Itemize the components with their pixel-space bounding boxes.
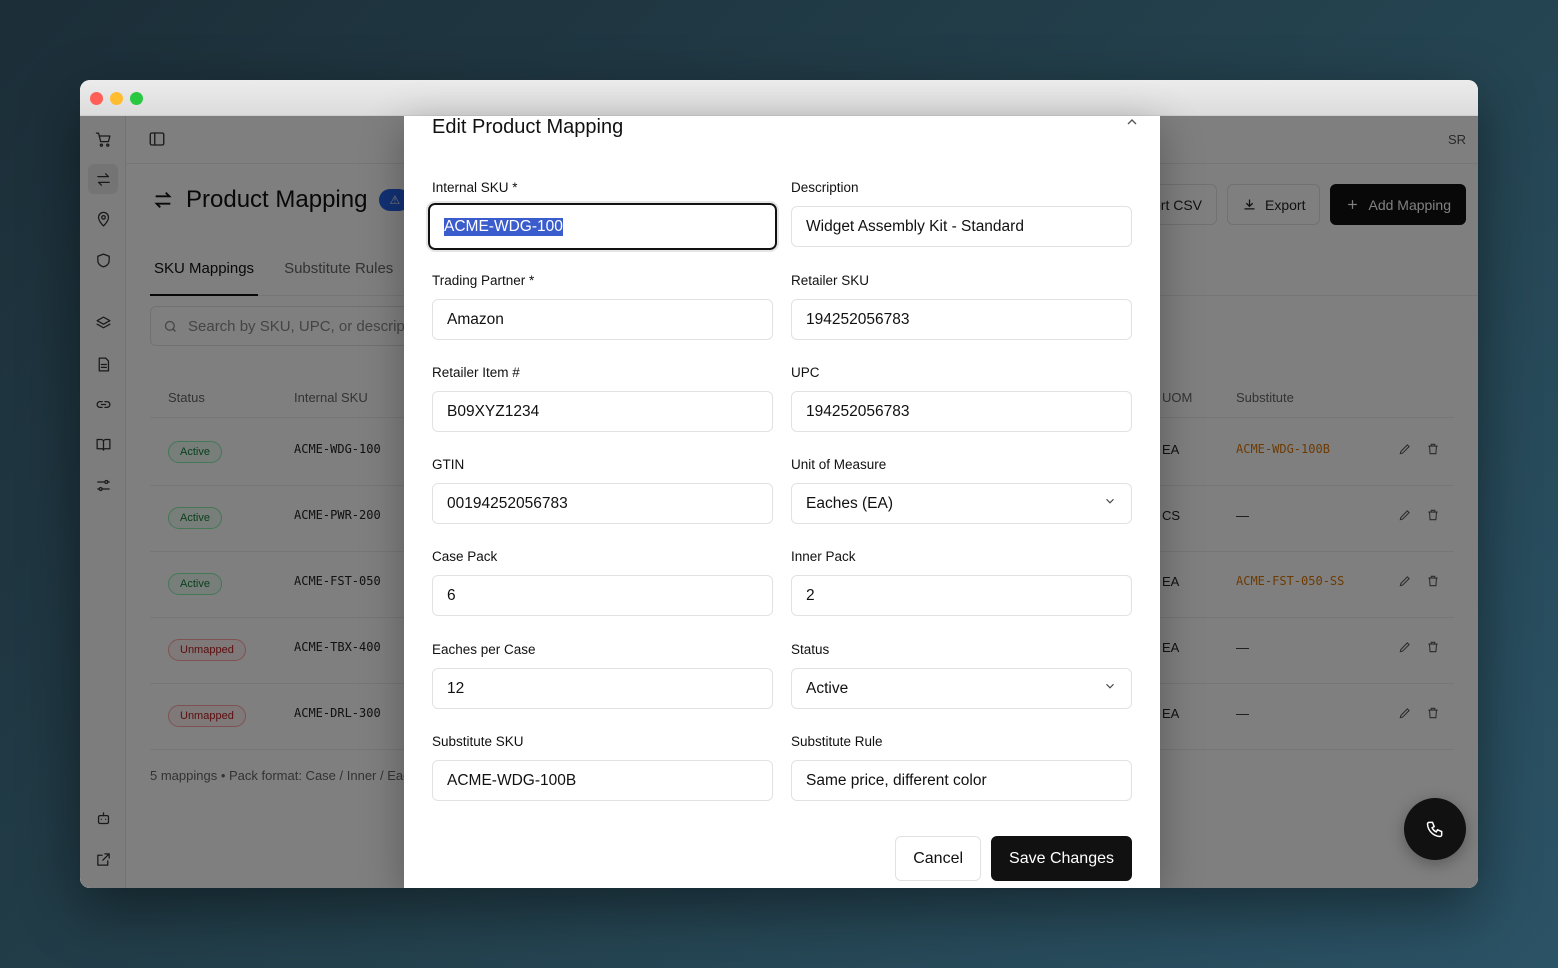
substitute-rule-value: Same price, different color — [806, 771, 987, 789]
maximize-window-button[interactable] — [130, 92, 143, 105]
call-support-button[interactable] — [1404, 798, 1466, 860]
description-value: Widget Assembly Kit - Standard — [806, 217, 1024, 235]
upc-label: UPC — [791, 365, 820, 380]
description-input[interactable]: Widget Assembly Kit - Standard — [791, 206, 1132, 247]
upc-input[interactable]: 194252056783 — [791, 391, 1132, 432]
status-field: Status Active — [791, 642, 1132, 709]
uom-label: Unit of Measure — [791, 457, 887, 472]
chevron-down-icon — [1103, 679, 1117, 698]
trading-partner-input[interactable]: Amazon — [432, 299, 773, 340]
app-root: SR Product Mapping ⚠ Import CSV Export A… — [80, 116, 1478, 888]
app-window: SR Product Mapping ⚠ Import CSV Export A… — [80, 80, 1478, 888]
eaches-per-case-label: Eaches per Case — [432, 642, 536, 657]
upc-field: UPC 194252056783 — [791, 365, 1132, 432]
substitute-sku-value: ACME-WDG-100B — [447, 771, 577, 789]
case-pack-value: 6 — [447, 586, 456, 604]
chevron-up-icon — [1127, 119, 1137, 125]
uom-value: Eaches (EA) — [806, 494, 894, 512]
retailer-sku-field: Retailer SKU 194252056783 — [791, 273, 1132, 340]
retailer-item-label: Retailer Item # — [432, 365, 520, 380]
uom-select[interactable]: Eaches (EA) — [791, 483, 1132, 524]
phone-icon — [1426, 821, 1443, 838]
inner-pack-label: Inner Pack — [791, 549, 856, 564]
save-changes-button[interactable]: Save Changes — [991, 836, 1132, 881]
trading-partner-field: Trading Partner * Amazon — [432, 273, 773, 340]
retailer-sku-label: Retailer SKU — [791, 273, 870, 288]
close-window-button[interactable] — [90, 92, 103, 105]
internal-sku-value: ACME-WDG-100 — [444, 217, 563, 236]
retailer-item-field: Retailer Item # B09XYZ1234 — [432, 365, 773, 432]
inner-pack-field: Inner Pack 2 — [791, 549, 1132, 616]
substitute-sku-field: Substitute SKU ACME-WDG-100B — [432, 734, 773, 801]
eaches-per-case-input[interactable]: 12 — [432, 668, 773, 709]
dialog-actions: Cancel Save Changes — [895, 836, 1132, 881]
upc-value: 194252056783 — [806, 402, 910, 420]
trading-partner-value: Amazon — [447, 310, 504, 328]
retailer-item-value: B09XYZ1234 — [447, 402, 540, 420]
substitute-rule-field: Substitute Rule Same price, different co… — [791, 734, 1132, 801]
description-label: Description — [791, 180, 859, 195]
case-pack-label: Case Pack — [432, 549, 498, 564]
substitute-rule-input[interactable]: Same price, different color — [791, 760, 1132, 801]
substitute-sku-label: Substitute SKU — [432, 734, 524, 749]
case-pack-input[interactable]: 6 — [432, 575, 773, 616]
dialog-title: Edit Product Mapping — [432, 116, 624, 138]
gtin-value: 00194252056783 — [447, 494, 568, 512]
case-pack-field: Case Pack 6 — [432, 549, 773, 616]
edit-mapping-dialog: Edit Product Mapping Internal SKU * ACME… — [404, 116, 1160, 888]
status-value: Active — [806, 679, 849, 697]
retailer-sku-input[interactable]: 194252056783 — [791, 299, 1132, 340]
cancel-button[interactable]: Cancel — [895, 836, 982, 881]
gtin-field: GTIN 00194252056783 — [432, 457, 773, 524]
trading-partner-label: Trading Partner * — [432, 273, 535, 288]
substitute-rule-label: Substitute Rule — [791, 734, 883, 749]
retailer-item-input[interactable]: B09XYZ1234 — [432, 391, 773, 432]
gtin-label: GTIN — [432, 457, 465, 472]
status-select[interactable]: Active — [791, 668, 1132, 709]
internal-sku-label: Internal SKU * — [432, 180, 518, 195]
substitute-sku-input[interactable]: ACME-WDG-100B — [432, 760, 773, 801]
eaches-per-case-field: Eaches per Case 12 — [432, 642, 773, 709]
minimize-window-button[interactable] — [110, 92, 123, 105]
inner-pack-value: 2 — [806, 586, 815, 604]
gtin-input[interactable]: 00194252056783 — [432, 483, 773, 524]
internal-sku-field: Internal SKU * ACME-WDG-100 — [426, 180, 779, 252]
uom-field: Unit of Measure Eaches (EA) — [791, 457, 1132, 524]
dialog-collapse-button[interactable] — [1124, 114, 1140, 130]
status-label: Status — [791, 642, 830, 657]
eaches-per-case-value: 12 — [447, 679, 465, 697]
description-field: Description Widget Assembly Kit - Standa… — [791, 180, 1132, 247]
window-titlebar — [80, 80, 1478, 116]
retailer-sku-value: 194252056783 — [806, 310, 910, 328]
internal-sku-input[interactable]: ACME-WDG-100 — [426, 201, 779, 252]
chevron-down-icon — [1103, 494, 1117, 513]
inner-pack-input[interactable]: 2 — [791, 575, 1132, 616]
